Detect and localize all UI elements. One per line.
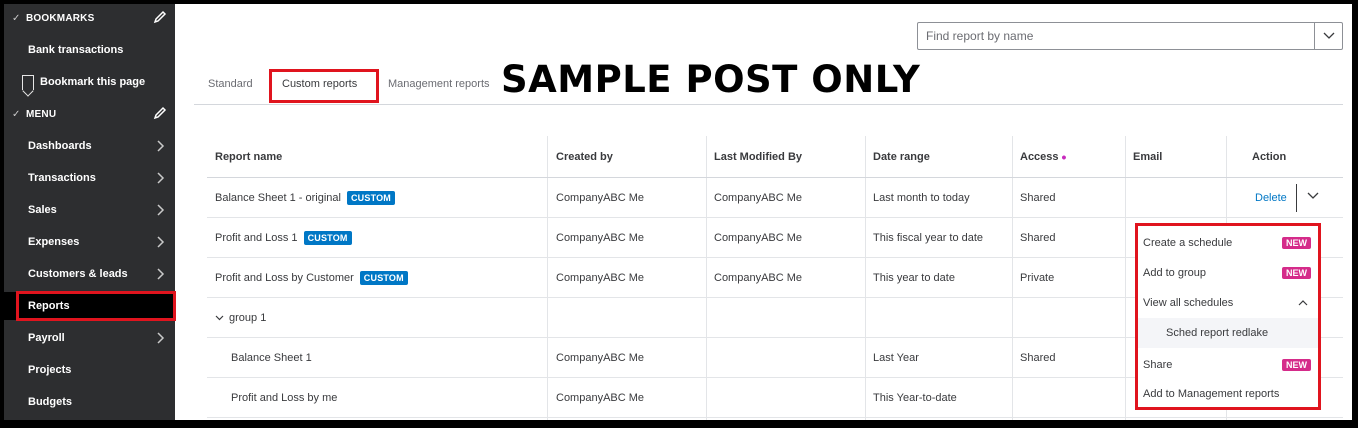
sidebar-item-bank-transactions[interactable]: Bank transactions bbox=[4, 36, 175, 64]
modified-by-cell: CompanyABC Me bbox=[714, 191, 803, 204]
bookmarks-header[interactable]: ✓ BOOKMARKS bbox=[4, 4, 175, 32]
created-by-cell: CompanyABC Me bbox=[556, 391, 645, 404]
report-name-cell[interactable]: Profit and Loss 1 CUSTOM bbox=[215, 218, 352, 257]
edit-bookmarks-icon[interactable] bbox=[153, 10, 167, 24]
modified-by-cell: CompanyABC Me bbox=[714, 271, 803, 284]
chevron-right-icon bbox=[157, 204, 165, 216]
access-cell: Shared bbox=[1020, 351, 1056, 364]
table-row: Balance Sheet 1 - original CUSTOM Compan… bbox=[207, 178, 1343, 218]
chevron-right-icon bbox=[157, 140, 165, 152]
new-badge: NEW bbox=[1282, 359, 1311, 371]
sidebar-item-transactions[interactable]: Transactions bbox=[4, 164, 175, 192]
chevron-up-icon bbox=[1298, 300, 1308, 306]
action-divider bbox=[1296, 184, 1297, 212]
group-toggle[interactable]: group 1 bbox=[215, 298, 266, 337]
column-header-action: Action bbox=[1252, 150, 1287, 163]
report-link[interactable]: Balance Sheet 1 bbox=[231, 352, 312, 364]
access-cell: Private bbox=[1020, 271, 1055, 284]
group-name: group 1 bbox=[229, 311, 267, 324]
search-input[interactable]: Find report by name bbox=[918, 29, 1314, 43]
tabs-divider bbox=[194, 104, 1343, 105]
date-range-cell: This Year-to-date bbox=[873, 391, 957, 404]
checkmark-icon: ✓ bbox=[12, 12, 21, 24]
column-header-last-modified-by[interactable]: Last Modified By bbox=[714, 136, 802, 177]
custom-badge: CUSTOM bbox=[303, 230, 352, 245]
date-range-cell: Last month to today bbox=[873, 191, 970, 204]
sidebar-item-payroll[interactable]: Payroll bbox=[4, 324, 175, 352]
app-window: ✓ BOOKMARKS Bank transactions Bookmark t… bbox=[0, 0, 1358, 428]
chevron-right-icon bbox=[157, 332, 165, 344]
created-by-cell: CompanyABC Me bbox=[556, 351, 645, 364]
menu-header[interactable]: ✓ MENU bbox=[4, 100, 175, 128]
sidebar-item-dashboards[interactable]: Dashboards bbox=[4, 132, 175, 160]
access-cell: Shared bbox=[1020, 231, 1056, 244]
date-range-cell: This fiscal year to date bbox=[873, 231, 984, 244]
created-by-cell: CompanyABC Me bbox=[556, 271, 645, 284]
created-by-cell: CompanyABC Me bbox=[556, 191, 645, 204]
menu-item-create-schedule[interactable]: Create a schedule NEW bbox=[1138, 229, 1318, 257]
menu-item-view-all-schedules[interactable]: View all schedules bbox=[1138, 289, 1318, 317]
sidebar-item-projects[interactable]: Projects bbox=[4, 356, 175, 384]
sidebar-item-budgets[interactable]: Budgets bbox=[4, 388, 175, 416]
menu-item-add-to-group[interactable]: Add to group NEW bbox=[1138, 259, 1318, 287]
reports-highlight-box bbox=[16, 291, 176, 321]
column-header-access[interactable]: Access • bbox=[1020, 136, 1066, 177]
chevron-right-icon bbox=[157, 268, 165, 280]
menu-item-share[interactable]: Share NEW bbox=[1138, 351, 1318, 379]
date-range-cell: Last Year bbox=[873, 351, 919, 364]
edit-menu-icon[interactable] bbox=[153, 106, 167, 120]
menu-item-add-to-management-reports[interactable]: Add to Management reports bbox=[1138, 380, 1318, 408]
action-menu-chevron-down-icon[interactable] bbox=[1307, 192, 1319, 200]
report-link[interactable]: Profit and Loss 1 bbox=[215, 232, 298, 244]
report-link[interactable]: Balance Sheet 1 - original bbox=[215, 192, 341, 204]
report-name-cell[interactable]: Balance Sheet 1 bbox=[231, 338, 312, 377]
report-search[interactable]: Find report by name bbox=[917, 22, 1343, 50]
bookmark-this-page-button[interactable]: Bookmark this page bbox=[4, 68, 175, 96]
bookmark-icon bbox=[22, 74, 34, 90]
sidebar-item-expenses[interactable]: Expenses bbox=[4, 228, 175, 256]
menu-item-sched-report[interactable]: Sched report redlake bbox=[1138, 318, 1318, 348]
access-cell: Shared bbox=[1020, 191, 1056, 204]
column-header-created-by[interactable]: Created by bbox=[556, 136, 613, 177]
sidebar-item-sales[interactable]: Sales bbox=[4, 196, 175, 224]
report-name-cell[interactable]: Balance Sheet 1 - original CUSTOM bbox=[215, 178, 396, 217]
report-action-menu: Create a schedule NEW Add to group NEW V… bbox=[1135, 223, 1321, 410]
sidebar-item-customers-leads[interactable]: Customers & leads bbox=[4, 260, 175, 288]
report-name-cell[interactable]: Profit and Loss by Customer CUSTOM bbox=[215, 258, 408, 297]
chevron-down-icon bbox=[215, 315, 224, 320]
date-range-cell: This year to date bbox=[873, 271, 955, 284]
tab-standard[interactable]: Standard bbox=[208, 78, 253, 90]
info-dot-icon: • bbox=[1061, 148, 1067, 165]
custom-badge: CUSTOM bbox=[359, 270, 408, 285]
report-link[interactable]: Profit and Loss by me bbox=[231, 392, 337, 404]
report-name-cell[interactable]: Profit and Loss by me bbox=[231, 378, 337, 417]
column-header-report-name[interactable]: Report name bbox=[215, 136, 282, 177]
custom-reports-highlight-box bbox=[269, 69, 379, 103]
chevron-down-icon bbox=[1323, 32, 1334, 39]
delete-link[interactable]: Delete bbox=[1255, 178, 1287, 217]
new-badge: NEW bbox=[1282, 267, 1311, 279]
table-header-row: Report name Created by Last Modified By … bbox=[207, 136, 1343, 178]
column-header-email: Email bbox=[1133, 150, 1163, 163]
created-by-cell: CompanyABC Me bbox=[556, 231, 645, 244]
watermark-text: SAMPLE POST ONLY bbox=[501, 58, 921, 101]
report-link[interactable]: Profit and Loss by Customer bbox=[215, 272, 354, 284]
sidebar: ✓ BOOKMARKS Bank transactions Bookmark t… bbox=[4, 4, 176, 420]
search-dropdown-button[interactable] bbox=[1314, 23, 1342, 49]
modified-by-cell: CompanyABC Me bbox=[714, 231, 803, 244]
custom-badge: CUSTOM bbox=[346, 190, 396, 205]
tab-management-reports[interactable]: Management reports bbox=[388, 78, 490, 90]
new-badge: NEW bbox=[1282, 237, 1311, 249]
checkmark-icon: ✓ bbox=[12, 108, 21, 120]
column-header-date-range[interactable]: Date range bbox=[873, 136, 930, 177]
chevron-right-icon bbox=[157, 172, 165, 184]
chevron-right-icon bbox=[157, 236, 165, 248]
